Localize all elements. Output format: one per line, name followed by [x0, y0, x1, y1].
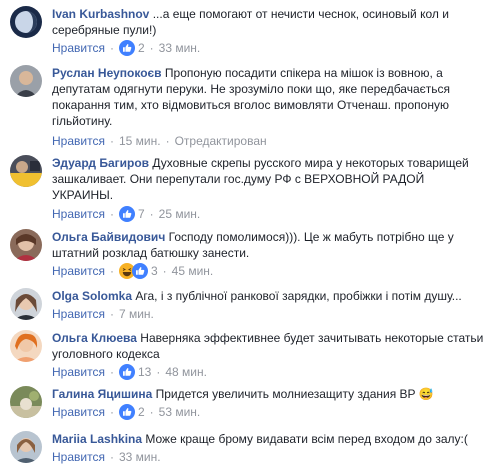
- comment-actions: Нравится · 7 · 25 мин.: [52, 206, 486, 222]
- like-icon: [118, 364, 135, 380]
- like-link[interactable]: Нравится: [52, 133, 105, 149]
- author-name[interactable]: Эдуард Багиров: [52, 156, 149, 170]
- separator: ·: [109, 365, 114, 379]
- timestamp[interactable]: 53 мин.: [159, 404, 201, 420]
- avatar[interactable]: [10, 431, 42, 463]
- timestamp[interactable]: 33 мин.: [119, 449, 161, 465]
- timestamp[interactable]: 25 мин.: [159, 206, 201, 222]
- like-icon: [118, 40, 135, 56]
- comment-text: Галина Яцишина Придется увеличить молние…: [52, 386, 486, 402]
- author-name[interactable]: Ivan Kurbashnov: [52, 7, 149, 21]
- comment-actions: Нравится · 15 мин. · Отредактирован: [52, 133, 486, 149]
- separator: ·: [165, 134, 170, 148]
- reactions[interactable]: 2: [118, 404, 145, 420]
- avatar[interactable]: [10, 229, 42, 261]
- like-icon: [131, 263, 148, 279]
- separator: ·: [109, 405, 114, 419]
- avatar[interactable]: [10, 330, 42, 362]
- avatar[interactable]: [10, 6, 42, 38]
- author-name[interactable]: Mariia Lashkina: [52, 432, 142, 446]
- separator: ·: [156, 365, 161, 379]
- comment-actions: Нравится · 33 мин.: [52, 449, 486, 465]
- comment-text: Mariia Lashkina Може краще брому видават…: [52, 431, 486, 447]
- comment-text: Ivan Kurbashnov ...а еще помогают от неч…: [52, 6, 486, 38]
- comment-actions: Нравится · 2 · 53 мин.: [52, 404, 486, 420]
- like-link[interactable]: Нравится: [52, 364, 105, 380]
- separator: ·: [109, 307, 114, 321]
- like-link[interactable]: Нравится: [52, 306, 105, 322]
- like-link[interactable]: Нравится: [52, 263, 105, 279]
- reactions[interactable]: 13: [118, 364, 152, 380]
- separator: ·: [109, 450, 114, 464]
- like-link[interactable]: Нравится: [52, 404, 105, 420]
- avatar[interactable]: [10, 65, 42, 97]
- like-link[interactable]: Нравится: [52, 206, 105, 222]
- author-name[interactable]: Галина Яцишина: [52, 387, 152, 401]
- timestamp[interactable]: 15 мин.: [119, 133, 161, 149]
- separator: ·: [109, 41, 114, 55]
- comment-text: Ольга Клюева Наверняка эффективнее будет…: [52, 330, 486, 362]
- reaction-count: 3: [150, 264, 158, 278]
- comment-text: Руслан Неупокоєв Пропоную посадити спіке…: [52, 65, 486, 129]
- timestamp[interactable]: 33 мин.: [159, 40, 201, 56]
- avatar[interactable]: [10, 386, 42, 418]
- like-link[interactable]: Нравится: [52, 40, 105, 56]
- comment-actions: Нравится · 7 мин.: [52, 306, 486, 322]
- comment-body: Може краще брому видавати всім перед вхо…: [145, 432, 468, 446]
- like-icon: [118, 404, 135, 420]
- author-name[interactable]: Olga Solomka: [52, 289, 132, 303]
- comment-text: Olga Solomka Ага, і з публічної ранкової…: [52, 288, 486, 304]
- comment-text: Ольга Байвидович Господу помолимося))). …: [52, 229, 486, 261]
- separator: ·: [162, 264, 167, 278]
- timestamp[interactable]: 45 мин.: [172, 263, 214, 279]
- reaction-count: 13: [137, 365, 152, 379]
- avatar[interactable]: [10, 155, 42, 187]
- reaction-count: 2: [137, 405, 145, 419]
- timestamp[interactable]: 7 мин.: [119, 306, 154, 322]
- timestamp[interactable]: 48 мин.: [165, 364, 207, 380]
- author-name[interactable]: Ольга Клюева: [52, 331, 137, 345]
- reactions[interactable]: 3: [118, 263, 158, 279]
- separator: ·: [149, 41, 154, 55]
- comment-body: Придется увеличить молниезащиту здания В…: [155, 387, 434, 401]
- reactions[interactable]: 2: [118, 40, 145, 56]
- reactions[interactable]: 7: [118, 206, 145, 222]
- comment-feed: Ivan Kurbashnov ...а еще помогают от неч…: [0, 0, 496, 470]
- reaction-count: 2: [137, 41, 145, 55]
- comment-text: Эдуард Багиров Духовные скрепы русского …: [52, 155, 486, 203]
- avatar[interactable]: [10, 288, 42, 320]
- separator: ·: [109, 264, 114, 278]
- like-icon: [118, 206, 135, 222]
- separator: ·: [109, 134, 114, 148]
- comment-actions: Нравится · 3 · 45 мин.: [52, 263, 486, 279]
- comment-body: Ага, і з публічної ранкової зарядки, про…: [135, 289, 462, 303]
- reaction-count: 7: [137, 207, 145, 221]
- like-link[interactable]: Нравится: [52, 449, 105, 465]
- separator: ·: [149, 207, 154, 221]
- author-name[interactable]: Руслан Неупокоєв: [52, 66, 162, 80]
- edited-label: Отредактирован: [174, 134, 267, 148]
- comment-actions: Нравится · 2 · 33 мин.: [52, 40, 486, 56]
- comment-actions: Нравится · 13 · 48 мин.: [52, 364, 486, 380]
- separator: ·: [109, 207, 114, 221]
- separator: ·: [149, 405, 154, 419]
- author-name[interactable]: Ольга Байвидович: [52, 230, 165, 244]
